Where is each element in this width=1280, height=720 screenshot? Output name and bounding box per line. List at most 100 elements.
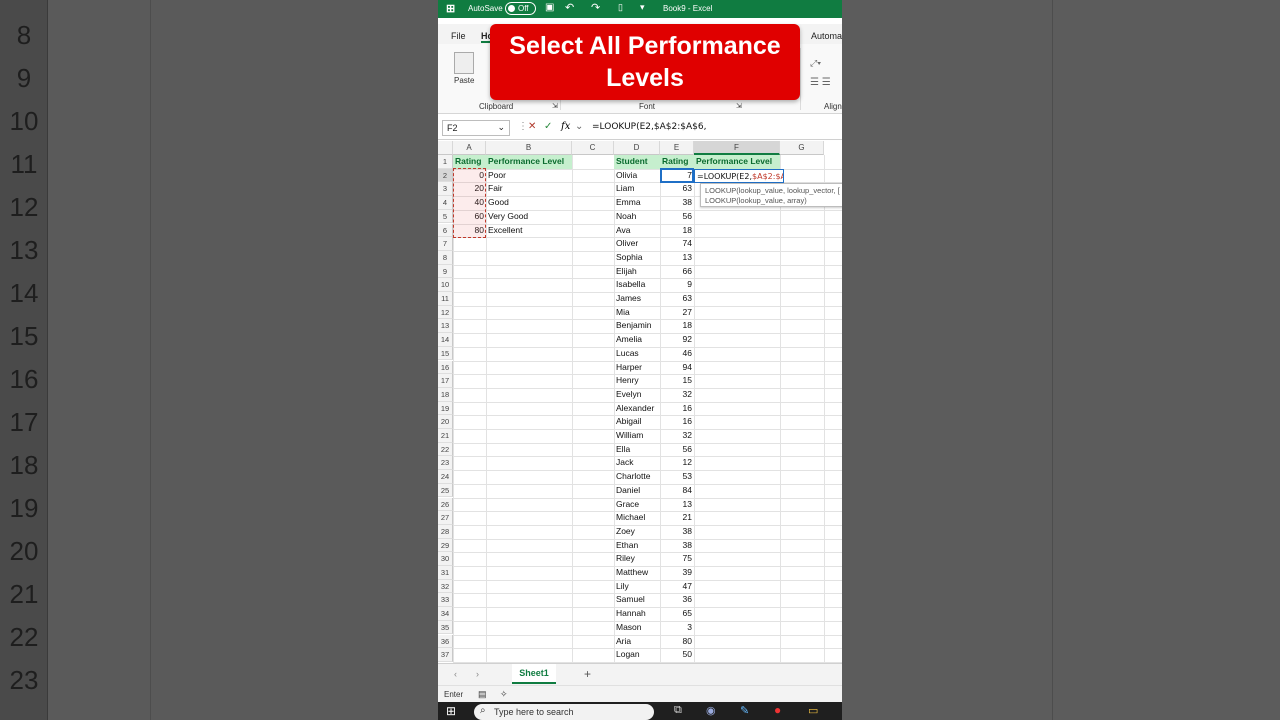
row-header[interactable]: 13: [438, 319, 453, 334]
student-name-cell[interactable]: Samuel: [614, 593, 660, 607]
row-header[interactable]: 11: [438, 292, 453, 306]
student-name-cell[interactable]: Noah: [614, 210, 660, 224]
editing-cell-f2[interactable]: =LOOKUP(E2,$A$2:$A$6,: [694, 169, 784, 183]
student-name-cell[interactable]: Lucas: [614, 347, 660, 361]
row-header[interactable]: 7: [438, 237, 453, 251]
name-box[interactable]: F2 ⌄: [442, 120, 510, 136]
cancel-icon[interactable]: ✕: [528, 121, 536, 132]
column-header-e[interactable]: E: [660, 141, 694, 155]
student-name-cell[interactable]: Zoey: [614, 525, 660, 539]
student-rating-cell[interactable]: 15: [660, 374, 694, 388]
student-name-cell[interactable]: Hannah: [614, 607, 660, 621]
student-name-cell[interactable]: Ava: [614, 224, 660, 238]
student-name-cell[interactable]: William: [614, 429, 660, 443]
student-rating-cell[interactable]: 16: [660, 402, 694, 416]
row-header[interactable]: 2: [438, 168, 453, 183]
save-icon[interactable]: ▣: [545, 2, 554, 13]
row-header[interactable]: 35: [438, 620, 453, 635]
row-header[interactable]: 1: [438, 155, 453, 169]
row-header[interactable]: 32: [438, 579, 453, 594]
student-rating-cell[interactable]: 32: [660, 429, 694, 443]
student-rating-cell[interactable]: 66: [660, 265, 694, 279]
row-header[interactable]: 9: [438, 264, 453, 279]
row-header[interactable]: 17: [438, 374, 453, 388]
student-rating-cell[interactable]: 38: [660, 539, 694, 553]
student-name-cell[interactable]: Grace: [614, 498, 660, 512]
row-header[interactable]: 28: [438, 524, 453, 539]
student-name-cell[interactable]: Benjamin: [614, 319, 660, 333]
student-name-cell[interactable]: Harper: [614, 361, 660, 375]
customize-qat-icon[interactable]: ▾: [640, 2, 645, 13]
pen-app-icon[interactable]: ✎: [740, 704, 749, 717]
student-name-cell[interactable]: James: [614, 292, 660, 306]
student-rating-cell[interactable]: 74: [660, 237, 694, 251]
student-rating-cell[interactable]: 27: [660, 306, 694, 320]
document-icon[interactable]: ▯: [618, 2, 623, 13]
chevron-left-icon[interactable]: ‹: [454, 669, 457, 679]
student-name-cell[interactable]: Riley: [614, 552, 660, 566]
undo-icon[interactable]: ↶: [565, 1, 574, 14]
student-rating-cell[interactable]: 47: [660, 580, 694, 594]
row-header[interactable]: 36: [438, 634, 453, 649]
performance-level-cell[interactable]: Excellent: [486, 224, 572, 238]
row-header[interactable]: 34: [438, 607, 453, 621]
file-explorer-icon[interactable]: ▭: [808, 704, 818, 717]
student-rating-cell[interactable]: 63: [660, 292, 694, 306]
paste-label[interactable]: Paste: [454, 76, 474, 85]
row-header[interactable]: 12: [438, 305, 453, 320]
student-name-cell[interactable]: Emma: [614, 196, 660, 210]
row-header[interactable]: 21: [438, 429, 453, 443]
student-rating-cell[interactable]: 56: [660, 443, 694, 457]
student-rating-cell[interactable]: 21: [660, 511, 694, 525]
student-rating-cell[interactable]: 36: [660, 593, 694, 607]
column-header-g[interactable]: G: [780, 141, 824, 155]
row-header[interactable]: 19: [438, 401, 453, 416]
chrome-icon[interactable]: ●: [774, 703, 781, 717]
student-rating-cell[interactable]: 46: [660, 347, 694, 361]
row-header[interactable]: 3: [438, 182, 453, 197]
student-name-cell[interactable]: Matthew: [614, 566, 660, 580]
column-header-f[interactable]: F: [694, 141, 780, 155]
row-header[interactable]: 10: [438, 278, 453, 292]
student-name-cell[interactable]: Michael: [614, 511, 660, 525]
student-name-cell[interactable]: Charlotte: [614, 470, 660, 484]
student-name-cell[interactable]: Olivia: [614, 169, 660, 183]
row-header[interactable]: 27: [438, 511, 453, 525]
student-rating-cell[interactable]: 12: [660, 456, 694, 470]
student-name-cell[interactable]: Alexander: [614, 402, 660, 416]
dialog-launcher-icon[interactable]: ⇲: [552, 102, 558, 110]
task-view-icon[interactable]: ⧉: [674, 704, 682, 717]
row-header[interactable]: 5: [438, 209, 453, 224]
student-rating-cell[interactable]: 16: [660, 415, 694, 429]
column-header-a[interactable]: A: [453, 141, 486, 155]
student-name-cell[interactable]: Abigail: [614, 415, 660, 429]
paste-icon[interactable]: [454, 52, 474, 74]
student-rating-cell[interactable]: 32: [660, 388, 694, 402]
student-rating-cell[interactable]: 38: [660, 525, 694, 539]
row-header[interactable]: 18: [438, 387, 453, 402]
row-header[interactable]: 20: [438, 415, 453, 429]
student-rating-cell[interactable]: 50: [660, 648, 694, 662]
select-all-corner[interactable]: [438, 141, 453, 155]
row-header[interactable]: 23: [438, 456, 453, 471]
performance-level-cell[interactable]: Poor: [486, 169, 572, 183]
row-header[interactable]: 30: [438, 552, 453, 566]
camera-app-icon[interactable]: ◉: [706, 704, 716, 717]
student-name-cell[interactable]: Elijah: [614, 265, 660, 279]
autosave-toggle[interactable]: Off: [505, 2, 536, 15]
row-header[interactable]: 16: [438, 360, 453, 375]
indent-icon[interactable]: ☰ ☰: [810, 77, 831, 88]
row-header[interactable]: 26: [438, 497, 453, 512]
student-name-cell[interactable]: Jack: [614, 456, 660, 470]
orientation-icon[interactable]: ⤢▾: [810, 58, 821, 69]
student-rating-cell[interactable]: 3: [660, 621, 694, 635]
student-rating-cell[interactable]: 13: [660, 251, 694, 265]
student-name-cell[interactable]: Mia: [614, 306, 660, 320]
student-name-cell[interactable]: Liam: [614, 182, 660, 196]
column-header-d[interactable]: D: [614, 141, 660, 155]
insert-function-icon[interactable]: fx: [561, 121, 570, 132]
student-name-cell[interactable]: Oliver: [614, 237, 660, 251]
student-rating-cell[interactable]: 13: [660, 498, 694, 512]
row-header[interactable]: 29: [438, 538, 453, 553]
student-name-cell[interactable]: Sophia: [614, 251, 660, 265]
